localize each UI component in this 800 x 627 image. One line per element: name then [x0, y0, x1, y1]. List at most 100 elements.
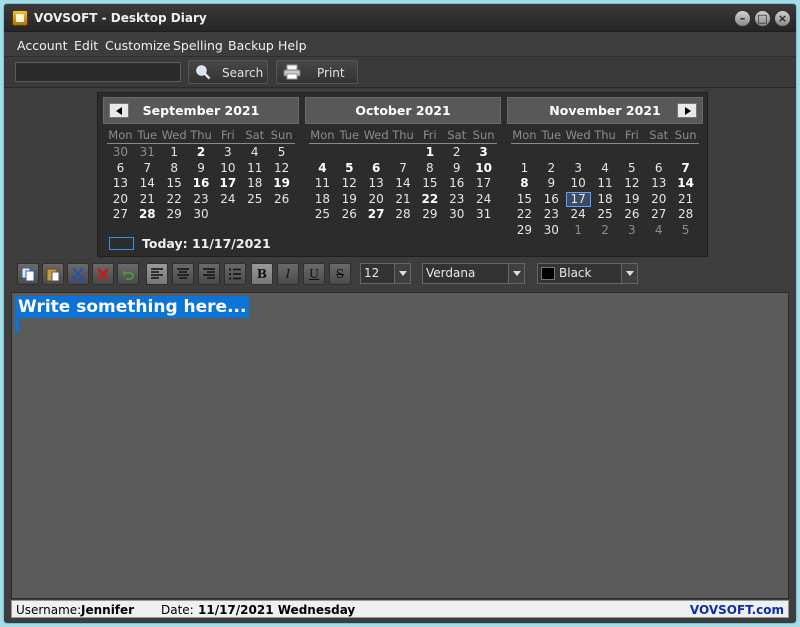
calendar-day[interactable]: 18 — [309, 192, 336, 208]
diary-editor[interactable]: Write something here... — [11, 292, 789, 599]
underline-button[interactable]: U — [303, 263, 325, 285]
calendar-day[interactable]: 25 — [592, 207, 619, 223]
calendar-day[interactable]: 1 — [511, 161, 538, 177]
calendar-day[interactable]: 1 — [416, 145, 443, 161]
calendar-day[interactable]: 22 — [416, 192, 443, 208]
calendar-day[interactable]: 28 — [134, 207, 161, 223]
bullet-list-button[interactable] — [224, 263, 246, 285]
calendar-day[interactable]: 14 — [390, 176, 417, 192]
calendar-day[interactable]: 5 — [336, 161, 363, 177]
calendar-day[interactable]: 31 — [470, 207, 497, 223]
delete-button[interactable] — [92, 263, 114, 285]
menu-account[interactable]: Account — [17, 38, 67, 53]
calendar-day[interactable]: 11 — [241, 161, 268, 177]
calendar-day[interactable]: 19 — [268, 176, 295, 192]
calendar-day[interactable]: 13 — [645, 176, 672, 192]
menu-backup[interactable]: Backup — [228, 38, 274, 53]
calendar-day[interactable]: 2 — [592, 223, 619, 239]
calendar-day[interactable]: 23 — [538, 207, 565, 223]
calendar-day[interactable]: 23 — [443, 192, 470, 208]
calendar-day[interactable]: 22 — [511, 207, 538, 223]
calendar-day[interactable]: 27 — [363, 207, 390, 223]
calendar-day[interactable]: 6 — [363, 161, 390, 177]
calendar-day[interactable]: 25 — [241, 192, 268, 208]
calendar-day[interactable]: 16 — [538, 192, 565, 208]
copy-button[interactable] — [17, 263, 39, 285]
calendar-day[interactable]: 19 — [618, 192, 645, 208]
calendar-day[interactable]: 5 — [618, 161, 645, 177]
calendar-day[interactable]: 24 — [565, 207, 592, 223]
calendar-day[interactable]: 24 — [214, 192, 241, 208]
paste-button[interactable] — [42, 263, 64, 285]
calendar-day[interactable]: 16 — [188, 176, 215, 192]
calendar-day[interactable]: 12 — [618, 176, 645, 192]
calendar-day[interactable]: 9 — [443, 161, 470, 177]
calendar-day[interactable]: 30 — [443, 207, 470, 223]
calendar-day[interactable]: 15 — [161, 176, 188, 192]
calendar-day[interactable]: 3 — [470, 145, 497, 161]
chevron-down-icon[interactable] — [508, 264, 524, 283]
next-month-button[interactable] — [677, 103, 697, 118]
menu-spelling[interactable]: Spelling — [173, 38, 223, 53]
calendar-day[interactable]: 14 — [134, 176, 161, 192]
calendar-day[interactable]: 14 — [672, 176, 699, 192]
calendar-day[interactable]: 18 — [241, 176, 268, 192]
calendar-day[interactable]: 3 — [565, 161, 592, 177]
calendar-day[interactable]: 4 — [309, 161, 336, 177]
calendar-day[interactable]: 7 — [672, 161, 699, 177]
calendar-day[interactable]: 8 — [511, 176, 538, 192]
search-input[interactable] — [15, 62, 181, 82]
calendar-day[interactable]: 3 — [618, 223, 645, 239]
strikethrough-button[interactable]: S — [329, 263, 351, 285]
calendar-day[interactable]: 9 — [538, 176, 565, 192]
undo-button[interactable] — [117, 263, 139, 285]
calendar-day-today[interactable]: 17 — [565, 191, 592, 208]
calendar-day[interactable]: 6 — [107, 161, 134, 177]
title-bar[interactable]: VOVSOFT - Desktop Diary – □ × — [4, 4, 796, 32]
calendar-day[interactable]: 20 — [363, 192, 390, 208]
calendar-day[interactable]: 22 — [161, 192, 188, 208]
calendar-day[interactable]: 17 — [470, 176, 497, 192]
text-color-select[interactable]: Black — [537, 263, 638, 284]
calendar-day[interactable]: 20 — [645, 192, 672, 208]
calendar-day[interactable]: 29 — [416, 207, 443, 223]
calendar-day[interactable]: 13 — [363, 176, 390, 192]
calendar-day[interactable]: 1 — [161, 145, 188, 161]
font-name-select[interactable]: Verdana — [422, 263, 525, 284]
calendar-day[interactable]: 26 — [268, 192, 295, 208]
calendar-day[interactable]: 10 — [565, 176, 592, 192]
prev-month-button[interactable] — [109, 103, 129, 118]
chevron-down-icon[interactable] — [621, 264, 637, 283]
calendar-day[interactable]: 5 — [268, 145, 295, 161]
calendar-day[interactable]: 27 — [107, 207, 134, 223]
calendar-day[interactable]: 2 — [443, 145, 470, 161]
today-link[interactable]: Today: 11/17/2021 — [142, 236, 271, 251]
calendar-day[interactable]: 18 — [592, 192, 619, 208]
calendar-day[interactable]: 21 — [134, 192, 161, 208]
calendar-day[interactable]: 9 — [188, 161, 215, 177]
calendar-day[interactable]: 5 — [672, 223, 699, 239]
calendar-day[interactable]: 28 — [390, 207, 417, 223]
menu-help[interactable]: Help — [278, 38, 307, 53]
calendar-day[interactable]: 28 — [672, 207, 699, 223]
chevron-down-icon[interactable] — [394, 264, 410, 283]
align-left-button[interactable] — [146, 263, 168, 285]
calendar-day[interactable]: 31 — [134, 145, 161, 161]
calendar-day[interactable]: 30 — [188, 207, 215, 223]
calendar-day[interactable]: 6 — [645, 161, 672, 177]
calendar-day[interactable]: 3 — [214, 145, 241, 161]
calendar-day[interactable]: 11 — [592, 176, 619, 192]
maximize-button[interactable]: □ — [754, 10, 771, 27]
italic-button[interactable]: I — [277, 263, 299, 285]
calendar-day[interactable]: 7 — [134, 161, 161, 177]
calendar-day[interactable]: 23 — [188, 192, 215, 208]
calendar-day[interactable]: 8 — [416, 161, 443, 177]
calendar-day[interactable]: 12 — [336, 176, 363, 192]
calendar-day[interactable]: 11 — [309, 176, 336, 192]
close-button[interactable]: × — [774, 10, 791, 27]
calendar-day[interactable]: 25 — [309, 207, 336, 223]
calendar-day[interactable]: 20 — [107, 192, 134, 208]
menu-edit[interactable]: Edit — [74, 38, 98, 53]
font-size-select[interactable]: 12 — [360, 263, 411, 284]
calendar-day[interactable]: 2 — [188, 145, 215, 161]
